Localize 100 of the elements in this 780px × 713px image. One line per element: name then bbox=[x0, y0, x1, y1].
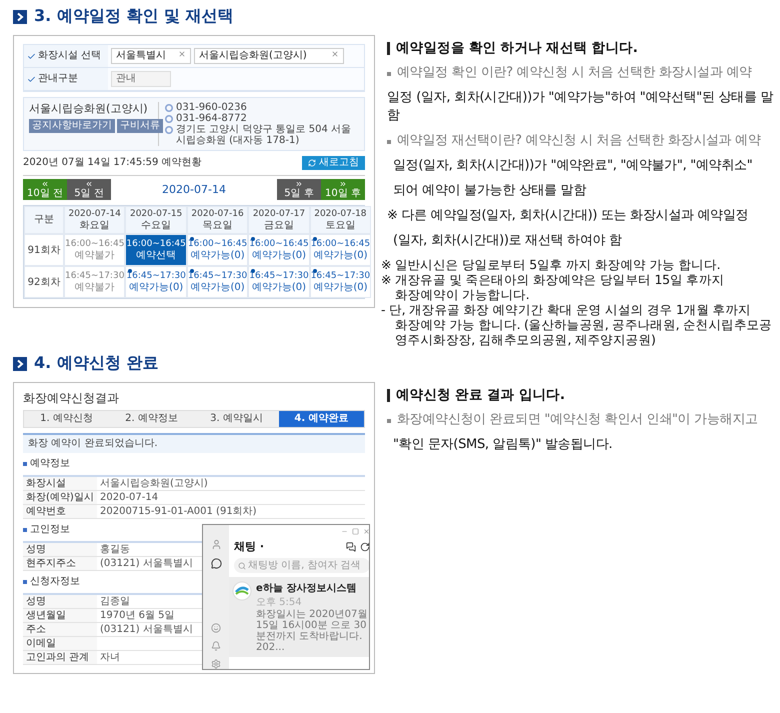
progress-step: 2. 예약정보 bbox=[109, 411, 194, 427]
table-label: 고인과의 관계 bbox=[25, 651, 90, 664]
logo-icon bbox=[232, 581, 252, 601]
table-header: 2020-07-18 토요일 bbox=[310, 206, 372, 234]
settings-icon bbox=[211, 659, 221, 669]
form-label: 관내구분 bbox=[38, 73, 78, 85]
chat-bubbles-icon bbox=[346, 542, 356, 552]
row-header: 91회차 bbox=[24, 234, 64, 266]
status-dot bbox=[312, 269, 317, 273]
table-label: 화장시설 bbox=[25, 477, 67, 490]
select-field[interactable]: 서울특별시 bbox=[111, 48, 191, 64]
prev-button[interactable]: 5일 전 bbox=[67, 179, 111, 200]
check-icon bbox=[27, 52, 36, 60]
facility-button[interactable]: 공지사항바로가기 bbox=[29, 119, 115, 133]
note-text: "확인 문자(SMS, 알림톡)" 발송됩니다. bbox=[393, 436, 612, 454]
refresh-button[interactable]: 새로고침 bbox=[302, 156, 365, 170]
heading-marker bbox=[387, 42, 390, 55]
time-slot[interactable]: 16:00~16:45 예약선택 bbox=[125, 234, 187, 266]
note-text: ※ 개장유골 및 죽은태아의 화장예약은 당일부터 15일 후까지 bbox=[381, 272, 724, 287]
circle-icon bbox=[165, 104, 173, 112]
maximize-icon bbox=[352, 528, 359, 535]
table-header: 2020-07-17 금요일 bbox=[248, 206, 310, 234]
time-slot[interactable]: 16:00~16:45 예약가능(0) bbox=[248, 234, 310, 266]
contact-text: 031-960-0236 bbox=[176, 102, 247, 113]
smile-icon bbox=[211, 623, 221, 633]
note-text: 일정 (일자, 회차(시간대))가 "예약가능"하여 "예약선택"된 상태를 말함 bbox=[387, 89, 774, 125]
time-slot[interactable]: 16:45~17:30 예약가능(0) bbox=[248, 266, 310, 298]
status-text: 2020년 07월 14일 17:45:59 예약현황 bbox=[23, 157, 202, 169]
table-label: 주소 bbox=[25, 623, 47, 636]
check-icon bbox=[27, 74, 36, 84]
section-title: 4. 예약신청 완료 bbox=[34, 353, 158, 374]
table-header: 2020-07-14 화요일 bbox=[64, 206, 126, 234]
table-label: 성명 bbox=[25, 595, 47, 608]
minimize-icon bbox=[341, 528, 348, 535]
table-value: 서울시립승화원(고양시) bbox=[99, 477, 209, 490]
time-slot[interactable]: 16:45~17:30 예약가능(0) bbox=[125, 266, 187, 298]
input-field[interactable]: 관내 bbox=[111, 71, 171, 87]
note-heading: 예약신청 완료 결과 입니다. bbox=[396, 386, 565, 404]
note-text: 영주시화장장, 김해추모의공원, 제주양지공원) bbox=[395, 332, 656, 347]
prev-button[interactable]: 10일 전 bbox=[23, 179, 67, 200]
note-heading: 예약일정을 확인 하거나 재선택 합니다. bbox=[396, 39, 638, 57]
close-icon bbox=[363, 528, 369, 535]
note-text: (일자, 회차(시간대))로 재선택 하여야 함 bbox=[393, 232, 622, 250]
note-text: ※ 다른 예약일정(일자, 회차(시간대)) 또는 화장시설과 예약일정 bbox=[387, 207, 748, 225]
chat-time: 오후 5:54 bbox=[256, 597, 302, 608]
table-label: 예약번호 bbox=[25, 505, 67, 518]
note-text: - 단, 개장유골 화장 예약기간 확대 운영 시설의 경우 1개월 후까지 bbox=[381, 302, 751, 317]
group-title: 고인정보 bbox=[30, 524, 70, 536]
search-icon bbox=[238, 562, 246, 570]
chevrons-left-icon bbox=[85, 180, 93, 188]
time-slot[interactable]: 16:45~17:30 예약가능(0) bbox=[186, 266, 248, 298]
search-field[interactable]: 채팅방 이름, 참여자 검색 bbox=[234, 558, 369, 573]
next-button[interactable]: 10일 후 bbox=[321, 179, 365, 200]
table-label: 성명 bbox=[25, 543, 47, 556]
table-value: 1970년 6월 5일 bbox=[99, 609, 176, 622]
note-text: 되어 예약이 불가능한 상태를 말함 bbox=[393, 182, 586, 200]
facility-button[interactable]: 구비서류 bbox=[117, 119, 163, 133]
time-slot[interactable]: 16:00~16:45 예약가능(0) bbox=[310, 234, 372, 266]
time-slot[interactable]: 16:00~16:45 예약가능(0) bbox=[186, 234, 248, 266]
chevron-icon bbox=[13, 10, 27, 24]
square-icon bbox=[23, 528, 27, 532]
user-icon bbox=[210, 539, 222, 550]
square-icon bbox=[23, 580, 27, 584]
chat-item[interactable]: e하늘 장사정보시스템 오후 5:54 화장일시는 2020년07월15일 16시00분 으로 30분전까지 도착바랍니다. 202... bbox=[229, 577, 369, 657]
chevron-icon bbox=[13, 356, 27, 370]
status-dot bbox=[190, 269, 194, 273]
time-slot[interactable]: 16:45~17:30 예약가능(0) bbox=[310, 266, 372, 298]
form-label: 화장시설 선택 bbox=[38, 50, 102, 62]
table-label: 생년월일 bbox=[25, 609, 67, 622]
facility-name: 서울시립승화원(고양시) bbox=[29, 102, 149, 116]
chevrons-left-icon bbox=[41, 180, 49, 188]
chevrons-right-icon bbox=[295, 180, 303, 188]
note-text: ※ 일반시신은 당일로부터 5일후 까지 화장예약 가능 합니다. bbox=[381, 257, 720, 272]
next-button[interactable]: 5일 후 bbox=[277, 179, 321, 200]
close-icon bbox=[331, 50, 339, 58]
bullet-icon bbox=[387, 72, 391, 76]
table-header: 구분 bbox=[24, 206, 64, 234]
circle-icon bbox=[165, 115, 173, 123]
status-dot bbox=[251, 237, 256, 241]
table-header: 2020-07-16 목요일 bbox=[186, 206, 248, 234]
progress-step: 4. 예약완료 bbox=[279, 411, 364, 427]
chat-title: 채팅 · bbox=[234, 539, 264, 554]
chat-preview: 화장일시는 2020년07월15일 16시00분 으로 30분전까지 도착바랍니다. 202... bbox=[256, 609, 368, 653]
table-value: (03121) 서울특별시 bbox=[99, 557, 194, 570]
group-title: 신청자정보 bbox=[30, 576, 80, 588]
note-text: 화장예약신청이 완료되면 "예약신청 확인서 인쇄"이 가능해지고 bbox=[397, 411, 758, 429]
table-label: 현주지주소 bbox=[25, 557, 77, 570]
status-dot bbox=[312, 237, 317, 241]
select-field[interactable]: 서울시립승화원(고양시) bbox=[194, 48, 344, 64]
chevrons-right-icon bbox=[339, 180, 347, 188]
bullet-icon bbox=[387, 140, 391, 144]
table-header: 2020-07-15 수요일 bbox=[125, 206, 187, 234]
progress-step: 1. 예약신청 bbox=[24, 411, 109, 427]
contact-text: 031-964-8772 bbox=[176, 113, 247, 124]
note-text: 예약일정 재선택이란? 예약신청 시 처음 선택한 화장시설과 예약 bbox=[397, 132, 761, 150]
chat-name: e하늘 장사정보시스템 bbox=[256, 582, 356, 595]
bullet-icon bbox=[387, 419, 391, 423]
table-value: 자녀 bbox=[99, 651, 121, 664]
page-title: 화장예약신청결과 bbox=[23, 391, 120, 405]
note-text: 예약일정 확인 이란? 예약신청 시 처음 선택한 화장시설과 예약 bbox=[397, 64, 752, 82]
